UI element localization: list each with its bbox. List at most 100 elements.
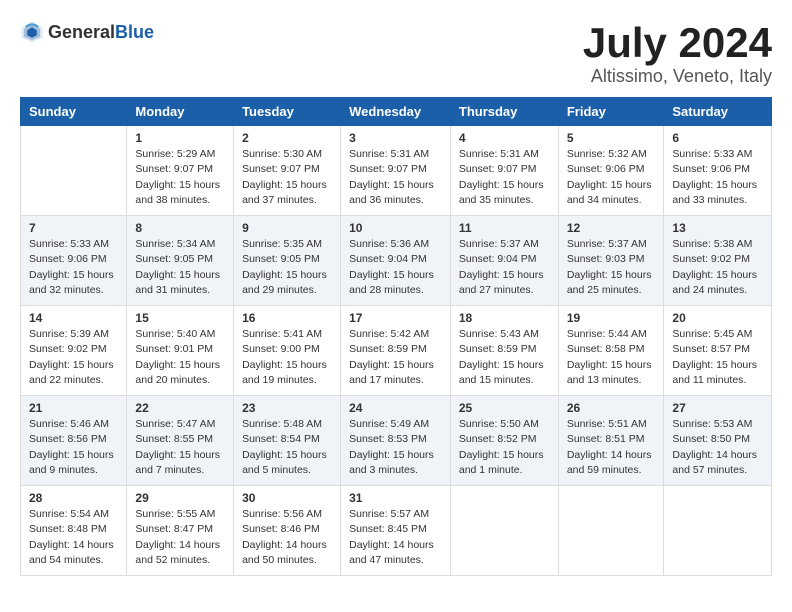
day-number: 10 — [349, 221, 442, 235]
day-number: 4 — [459, 131, 550, 145]
day-number: 15 — [135, 311, 225, 325]
header-day-sunday: Sunday — [21, 98, 127, 126]
cell-content: Sunrise: 5:50 AM Sunset: 8:52 PM Dayligh… — [459, 417, 550, 478]
day-number: 12 — [567, 221, 656, 235]
week-row-2: 7 Sunrise: 5:33 AM Sunset: 9:06 PM Daylig… — [21, 216, 772, 306]
calendar-cell: 5 Sunrise: 5:32 AM Sunset: 9:06 PM Daylig… — [558, 126, 664, 216]
cell-content: Sunrise: 5:57 AM Sunset: 8:45 PM Dayligh… — [349, 507, 442, 568]
cell-content: Sunrise: 5:39 AM Sunset: 9:02 PM Dayligh… — [29, 327, 118, 388]
day-number: 13 — [672, 221, 763, 235]
logo-text: GeneralBlue — [48, 22, 154, 43]
calendar-cell: 30 Sunrise: 5:56 AM Sunset: 8:46 PM Dayli… — [234, 486, 341, 576]
day-number: 26 — [567, 401, 656, 415]
day-number: 20 — [672, 311, 763, 325]
day-number: 27 — [672, 401, 763, 415]
day-number: 30 — [242, 491, 332, 505]
cell-content: Sunrise: 5:53 AM Sunset: 8:50 PM Dayligh… — [672, 417, 763, 478]
sub-title: Altissimo, Veneto, Italy — [583, 66, 772, 87]
cell-content: Sunrise: 5:31 AM Sunset: 9:07 PM Dayligh… — [349, 147, 442, 208]
calendar-cell: 28Sunrise: 5:54 AM Sunset: 8:48 PM Dayli… — [21, 486, 127, 576]
cell-content: Sunrise: 5:46 AM Sunset: 8:56 PM Dayligh… — [29, 417, 118, 478]
day-number: 28 — [29, 491, 118, 505]
calendar-cell: 12 Sunrise: 5:37 AM Sunset: 9:03 PM Dayli… — [558, 216, 664, 306]
cell-content: Sunrise: 5:48 AM Sunset: 8:54 PM Dayligh… — [242, 417, 332, 478]
calendar-cell: 24Sunrise: 5:49 AM Sunset: 8:53 PM Dayli… — [341, 396, 451, 486]
calendar-cell: 2Sunrise: 5:30 AM Sunset: 9:07 PM Daylig… — [234, 126, 341, 216]
day-number: 5 — [567, 131, 656, 145]
week-row-4: 21 Sunrise: 5:46 AM Sunset: 8:56 PM Dayli… — [21, 396, 772, 486]
logo: GeneralBlue — [20, 20, 154, 44]
calendar-cell: 11 Sunrise: 5:37 AM Sunset: 9:04 PM Dayli… — [450, 216, 558, 306]
calendar-header-row: SundayMondayTuesdayWednesdayThursdayFrid… — [21, 98, 772, 126]
calendar-table: SundayMondayTuesdayWednesdayThursdayFrid… — [20, 97, 772, 576]
day-number: 19 — [567, 311, 656, 325]
calendar-cell: 20Sunrise: 5:45 AM Sunset: 8:57 PM Dayli… — [664, 306, 772, 396]
cell-content: Sunrise: 5:55 AM Sunset: 8:47 PM Dayligh… — [135, 507, 225, 568]
cell-content: Sunrise: 5:43 AM Sunset: 8:59 PM Dayligh… — [459, 327, 550, 388]
calendar-cell — [21, 126, 127, 216]
calendar-cell: 19 Sunrise: 5:44 AM Sunset: 8:58 PM Dayli… — [558, 306, 664, 396]
calendar-cell: 26 Sunrise: 5:51 AM Sunset: 8:51 PM Dayli… — [558, 396, 664, 486]
cell-content: Sunrise: 5:33 AM Sunset: 9:06 PM Dayligh… — [672, 147, 763, 208]
calendar-cell: 15Sunrise: 5:40 AM Sunset: 9:01 PM Dayli… — [127, 306, 234, 396]
cell-content: Sunrise: 5:32 AM Sunset: 9:06 PM Dayligh… — [567, 147, 656, 208]
calendar-cell — [558, 486, 664, 576]
day-number: 29 — [135, 491, 225, 505]
cell-content: Sunrise: 5:37 AM Sunset: 9:04 PM Dayligh… — [459, 237, 550, 298]
title-area: July 2024 Altissimo, Veneto, Italy — [583, 20, 772, 87]
calendar-cell: 8 Sunrise: 5:34 AM Sunset: 9:05 PM Daylig… — [127, 216, 234, 306]
day-number: 7 — [29, 221, 118, 235]
calendar-cell: 1 Sunrise: 5:29 AM Sunset: 9:07 PM Daylig… — [127, 126, 234, 216]
cell-content: Sunrise: 5:35 AM Sunset: 9:05 PM Dayligh… — [242, 237, 332, 298]
calendar-cell: 23 Sunrise: 5:48 AM Sunset: 8:54 PM Dayli… — [234, 396, 341, 486]
day-number: 8 — [135, 221, 225, 235]
calendar-cell: 17Sunrise: 5:42 AM Sunset: 8:59 PM Dayli… — [341, 306, 451, 396]
day-number: 16 — [242, 311, 332, 325]
day-number: 6 — [672, 131, 763, 145]
day-number: 23 — [242, 401, 332, 415]
calendar-cell: 18 Sunrise: 5:43 AM Sunset: 8:59 PM Dayli… — [450, 306, 558, 396]
cell-content: Sunrise: 5:37 AM Sunset: 9:03 PM Dayligh… — [567, 237, 656, 298]
day-number: 21 — [29, 401, 118, 415]
header-day-tuesday: Tuesday — [234, 98, 341, 126]
cell-content: Sunrise: 5:47 AM Sunset: 8:55 PM Dayligh… — [135, 417, 225, 478]
calendar-cell: 13 Sunrise: 5:38 AM Sunset: 9:02 PM Dayli… — [664, 216, 772, 306]
cell-content: Sunrise: 5:56 AM Sunset: 8:46 PM Dayligh… — [242, 507, 332, 568]
calendar-cell: 22 Sunrise: 5:47 AM Sunset: 8:55 PM Dayli… — [127, 396, 234, 486]
cell-content: Sunrise: 5:34 AM Sunset: 9:05 PM Dayligh… — [135, 237, 225, 298]
calendar-cell: 21 Sunrise: 5:46 AM Sunset: 8:56 PM Dayli… — [21, 396, 127, 486]
calendar-cell: 31Sunrise: 5:57 AM Sunset: 8:45 PM Dayli… — [341, 486, 451, 576]
day-number: 18 — [459, 311, 550, 325]
cell-content: Sunrise: 5:51 AM Sunset: 8:51 PM Dayligh… — [567, 417, 656, 478]
day-number: 22 — [135, 401, 225, 415]
cell-content: Sunrise: 5:36 AM Sunset: 9:04 PM Dayligh… — [349, 237, 442, 298]
calendar-cell: 27 Sunrise: 5:53 AM Sunset: 8:50 PM Dayli… — [664, 396, 772, 486]
day-number: 24 — [349, 401, 442, 415]
header-day-thursday: Thursday — [450, 98, 558, 126]
header-day-saturday: Saturday — [664, 98, 772, 126]
calendar-cell: 3 Sunrise: 5:31 AM Sunset: 9:07 PM Daylig… — [341, 126, 451, 216]
header-day-monday: Monday — [127, 98, 234, 126]
cell-content: Sunrise: 5:31 AM Sunset: 9:07 PM Dayligh… — [459, 147, 550, 208]
cell-content: Sunrise: 5:29 AM Sunset: 9:07 PM Dayligh… — [135, 147, 225, 208]
week-row-5: 28Sunrise: 5:54 AM Sunset: 8:48 PM Dayli… — [21, 486, 772, 576]
cell-content: Sunrise: 5:33 AM Sunset: 9:06 PM Dayligh… — [29, 237, 118, 298]
logo-icon — [20, 20, 44, 44]
page-header: GeneralBlue July 2024 Altissimo, Veneto,… — [20, 20, 772, 87]
week-row-3: 14 Sunrise: 5:39 AM Sunset: 9:02 PM Dayli… — [21, 306, 772, 396]
day-number: 11 — [459, 221, 550, 235]
week-row-1: 1 Sunrise: 5:29 AM Sunset: 9:07 PM Daylig… — [21, 126, 772, 216]
calendar-cell: 14 Sunrise: 5:39 AM Sunset: 9:02 PM Dayli… — [21, 306, 127, 396]
cell-content: Sunrise: 5:41 AM Sunset: 9:00 PM Dayligh… — [242, 327, 332, 388]
calendar-cell: 9Sunrise: 5:35 AM Sunset: 9:05 PM Daylig… — [234, 216, 341, 306]
cell-content: Sunrise: 5:38 AM Sunset: 9:02 PM Dayligh… — [672, 237, 763, 298]
header-day-wednesday: Wednesday — [341, 98, 451, 126]
calendar-cell: 7 Sunrise: 5:33 AM Sunset: 9:06 PM Daylig… — [21, 216, 127, 306]
day-number: 25 — [459, 401, 550, 415]
main-title: July 2024 — [583, 20, 772, 66]
day-number: 14 — [29, 311, 118, 325]
cell-content: Sunrise: 5:44 AM Sunset: 8:58 PM Dayligh… — [567, 327, 656, 388]
day-number: 1 — [135, 131, 225, 145]
day-number: 3 — [349, 131, 442, 145]
day-number: 2 — [242, 131, 332, 145]
